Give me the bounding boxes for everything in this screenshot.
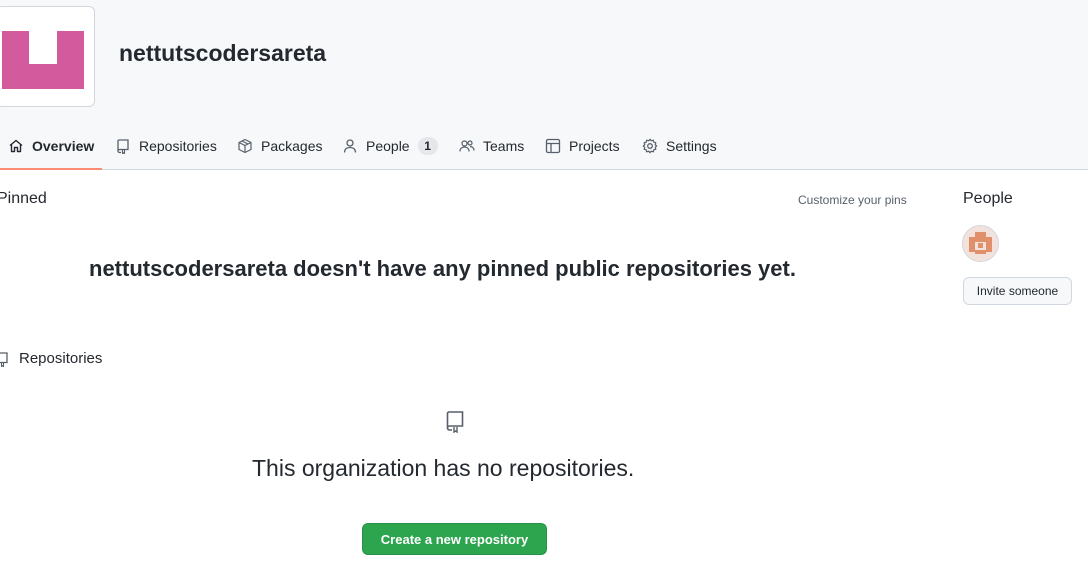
org-nav-tabs: Overview Repositories Packages People 1 xyxy=(0,124,1088,170)
org-name: nettutscodersareta xyxy=(119,40,327,66)
pinned-heading: Pinned xyxy=(0,190,47,207)
repositories-heading-label: Repositories xyxy=(19,350,103,367)
table-icon xyxy=(545,138,561,154)
selected-tab-underline xyxy=(0,168,102,170)
pinned-empty-message: nettutscodersareta doesn't have any pinn… xyxy=(89,256,796,281)
tab-label: Overview xyxy=(32,138,95,154)
tab-repositories[interactable]: Repositories xyxy=(115,124,217,168)
no-repositories-message: This organization has no repositories. xyxy=(252,455,635,481)
org-header: nettutscodersareta Overview Repositories… xyxy=(0,0,1088,170)
repo-icon xyxy=(0,351,10,367)
people-heading: People xyxy=(963,190,1013,207)
org-avatar[interactable] xyxy=(0,6,95,107)
tab-projects[interactable]: Projects xyxy=(545,124,620,168)
people-count-badge: 1 xyxy=(417,137,438,155)
tab-label: Settings xyxy=(666,138,717,154)
tab-label: Repositories xyxy=(139,138,217,154)
member-avatar[interactable] xyxy=(962,225,999,262)
create-repository-button[interactable]: Create a new repository xyxy=(362,523,547,555)
repo-empty-icon xyxy=(443,409,467,434)
tab-teams[interactable]: Teams xyxy=(459,124,524,168)
tab-settings[interactable]: Settings xyxy=(642,124,717,168)
people-icon xyxy=(459,138,475,154)
tab-label: People xyxy=(366,138,410,154)
tab-people[interactable]: People 1 xyxy=(342,124,438,168)
tab-label: Projects xyxy=(569,138,620,154)
member-avatar-identicon xyxy=(963,226,998,261)
org-avatar-identicon xyxy=(2,31,84,89)
repo-icon xyxy=(115,138,131,154)
home-icon xyxy=(8,138,24,154)
tab-label: Teams xyxy=(483,138,525,154)
tab-label: Packages xyxy=(261,138,323,154)
person-icon xyxy=(342,138,358,154)
tab-overview[interactable]: Overview xyxy=(8,124,94,168)
customize-pins-link[interactable]: Customize your pins xyxy=(798,193,907,207)
repositories-heading: Repositories xyxy=(0,350,102,367)
package-icon xyxy=(237,138,253,154)
invite-someone-button[interactable]: Invite someone xyxy=(963,277,1072,305)
gear-icon xyxy=(642,138,658,154)
tab-packages[interactable]: Packages xyxy=(237,124,322,168)
